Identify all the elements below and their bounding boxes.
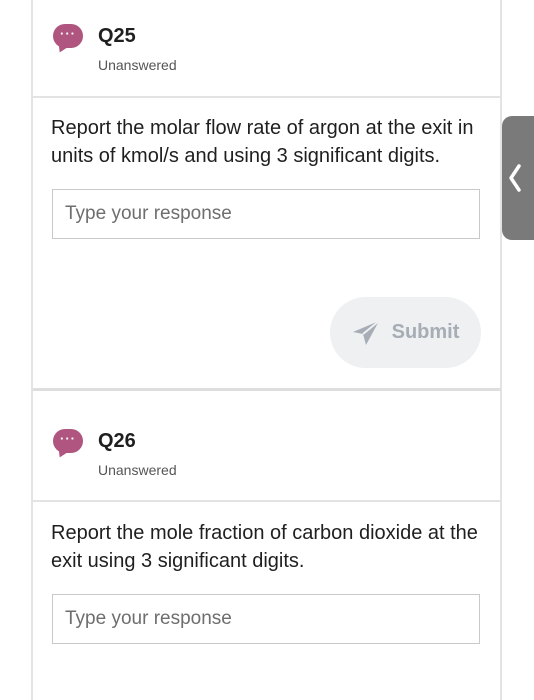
response-input-q26[interactable] <box>52 594 480 644</box>
chat-bubble-icon: ··· <box>53 24 83 48</box>
question-prompt: Report the molar flow rate of argon at t… <box>51 117 474 167</box>
question-status: Unanswered <box>98 462 177 478</box>
section-divider <box>33 388 501 391</box>
question-header-q25: ··· Q25 Unanswered <box>33 0 501 98</box>
response-input-q25[interactable] <box>52 189 480 239</box>
question-number: Q26 <box>98 430 136 452</box>
left-border <box>31 0 33 700</box>
question-number: Q25 <box>98 25 136 47</box>
send-icon <box>352 319 380 346</box>
question-prompt: Report the mole fraction of carbon dioxi… <box>51 522 478 572</box>
side-panel-toggle[interactable] <box>502 116 534 240</box>
submit-label: Submit <box>391 321 460 343</box>
chevron-left-icon <box>508 163 522 193</box>
question-header-q26: ··· Q26 Unanswered <box>33 404 501 502</box>
submit-button[interactable]: Submit <box>330 297 481 368</box>
chat-bubble-icon: ··· <box>53 429 83 453</box>
question-status: Unanswered <box>98 57 177 73</box>
right-border <box>500 0 502 700</box>
